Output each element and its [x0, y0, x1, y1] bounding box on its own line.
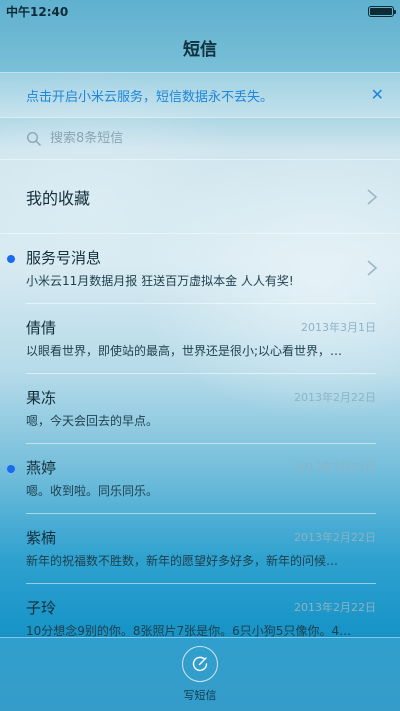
message-preview: 嗯，今天会回去的早点。 — [26, 414, 159, 428]
unread-dot — [7, 465, 15, 473]
unread-dot — [7, 255, 15, 263]
banner-text: 点击开启小米云服务，短信数据永不丢失。 — [26, 89, 274, 105]
chevron-right-icon — [367, 188, 378, 205]
status-time: 中午12:40 — [6, 4, 69, 19]
page-title: 短信 — [183, 39, 217, 60]
message-date: 2013年3月1日 — [301, 321, 376, 334]
message-date: 2013年2月22日 — [294, 601, 376, 614]
chevron-right-icon — [367, 260, 378, 276]
message-date: 2013年2月22日 — [294, 531, 376, 544]
message-preview: 以眼看世界，即使站的最高，世界还是很小;以心看世界，… — [26, 344, 343, 358]
message-row[interactable]: 燕婷 2013年2月22日 嗯。收到啦。同乐同乐。 — [0, 444, 400, 514]
compose-icon — [192, 656, 208, 672]
message-row[interactable]: 服务号消息 小米云11月数据月报 狂送百万虚拟本金 人人有奖! — [0, 234, 400, 304]
message-sender: 紫楠 — [26, 528, 57, 547]
search-icon — [26, 131, 41, 146]
bottom-bar: 写短信 — [0, 637, 400, 711]
status-bar: 中午12:40 — [0, 0, 400, 22]
compose-label: 写短信 — [183, 689, 217, 702]
message-list: 服务号消息 小米云11月数据月报 狂送百万虚拟本金 人人有奖! 倩倩 2013年… — [0, 234, 400, 637]
message-preview: 小米云11月数据月报 狂送百万虚拟本金 人人有奖! — [26, 274, 294, 288]
favorites-label: 我的收藏 — [26, 188, 91, 208]
search-bar[interactable] — [0, 118, 400, 160]
message-row[interactable]: 倩倩 2013年3月1日 以眼看世界，即使站的最高，世界还是很小;以心看世界，… — [0, 304, 400, 374]
message-sender: 倩倩 — [26, 318, 57, 337]
message-date: 2013年2月22日 — [294, 461, 376, 474]
message-sender: 服务号消息 — [26, 248, 102, 267]
title-bar: 短信 — [0, 22, 400, 72]
message-preview: 新年的祝福数不胜数，新年的愿望好多好多，新年的问候… — [26, 554, 339, 568]
close-icon[interactable]: ✕ — [371, 87, 384, 103]
message-sender: 果冻 — [26, 388, 57, 407]
message-sender: 燕婷 — [26, 458, 57, 477]
search-input[interactable] — [50, 131, 350, 146]
favorites-row[interactable]: 我的收藏 — [0, 160, 400, 234]
compose-button[interactable] — [182, 646, 218, 682]
cloud-service-banner[interactable]: 点击开启小米云服务，短信数据永不丢失。 ✕ — [0, 72, 400, 118]
message-date: 2013年2月22日 — [294, 391, 376, 404]
battery-icon — [368, 5, 396, 17]
message-preview: 10分想念9别的你。8张照片7张是你。6只小狗5只像你。4… — [26, 624, 352, 637]
message-row[interactable]: 果冻 2013年2月22日 嗯，今天会回去的早点。 — [0, 374, 400, 444]
message-row[interactable]: 紫楠 2013年2月22日 新年的祝福数不胜数，新年的愿望好多好多，新年的问候… — [0, 514, 400, 584]
message-preview: 嗯。收到啦。同乐同乐。 — [26, 484, 159, 498]
message-row[interactable]: 子玲 2013年2月22日 10分想念9别的你。8张照片7张是你。6只小狗5只像… — [0, 584, 400, 638]
message-sender: 子玲 — [26, 598, 57, 617]
